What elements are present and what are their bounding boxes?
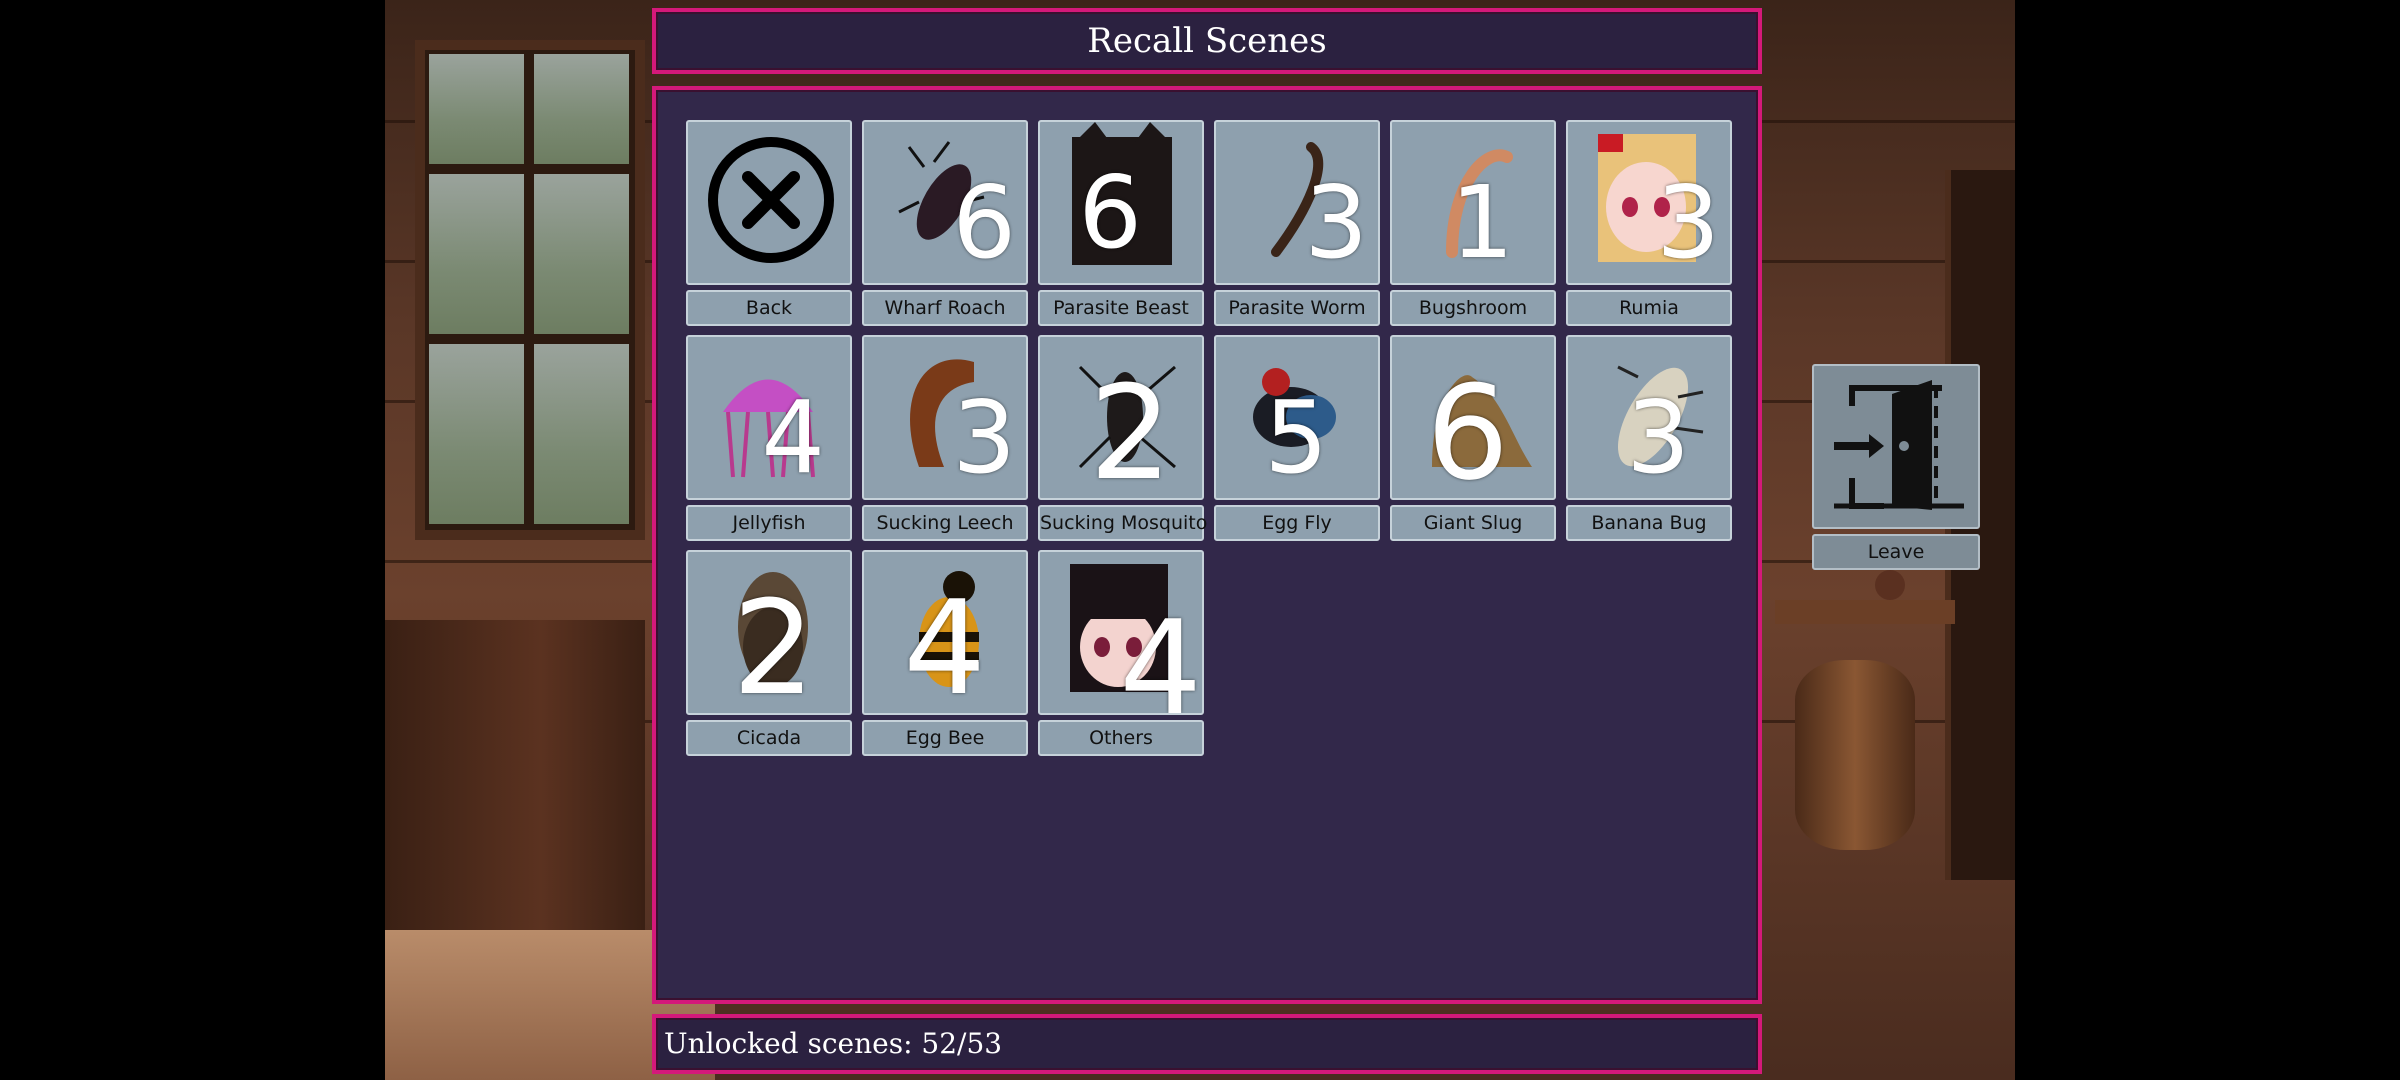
tile-label[interactable]: Others — [1038, 720, 1204, 756]
lamp — [1875, 570, 1905, 600]
tile-image[interactable]: 1 — [1390, 120, 1556, 285]
scene-count: 6 — [1078, 154, 1142, 271]
tile-image[interactable]: 4 — [862, 550, 1028, 715]
tile-sucking-mosquito[interactable]: 2 Sucking Mosquito — [1038, 335, 1207, 541]
leave-image[interactable] — [1812, 364, 1980, 529]
tile-label[interactable]: Sucking Leech — [862, 505, 1028, 541]
unlocked-scenes-counter: Unlocked scenes: 52/53 — [664, 1027, 1003, 1060]
tile-label[interactable]: Bugshroom — [1390, 290, 1556, 326]
tile-banana-bug[interactable]: 3 Banana Bug — [1566, 335, 1732, 541]
scene-count: 3 — [952, 379, 1016, 496]
status-bar: Unlocked scenes: 52/53 — [652, 1014, 1762, 1074]
scene-count: 6 — [952, 164, 1016, 281]
tile-giant-slug[interactable]: 6 Giant Slug — [1390, 335, 1556, 541]
tile-label[interactable]: Back — [686, 290, 852, 326]
tile-image[interactable]: 2 — [686, 550, 852, 715]
tile-egg-bee[interactable]: 4 Egg Bee — [862, 550, 1028, 756]
tile-image[interactable]: 5 — [1214, 335, 1380, 500]
close-circle-icon — [708, 137, 834, 263]
tile-label[interactable]: Rumia — [1566, 290, 1732, 326]
scene-count: 1 — [1450, 164, 1514, 281]
tile-parasite-worm[interactable]: 3 Parasite Worm — [1214, 120, 1380, 326]
scene-count: 4 — [903, 572, 986, 715]
tile-parasite-beast[interactable]: 6 Parasite Beast — [1038, 120, 1204, 326]
scene-count: 2 — [1089, 357, 1172, 500]
tile-image[interactable]: 3 — [1566, 335, 1732, 500]
tile-label[interactable]: Egg Fly — [1214, 505, 1380, 541]
scene-count: 6 — [1426, 357, 1509, 500]
tile-jellyfish[interactable]: 4 Jellyfish — [686, 335, 852, 541]
tile-label[interactable]: Jellyfish — [686, 505, 852, 541]
tile-label[interactable]: Wharf Roach — [862, 290, 1028, 326]
tile-cicada[interactable]: 2 Cicada — [686, 550, 852, 756]
tile-sucking-leech[interactable]: 3 Sucking Leech — [862, 335, 1028, 541]
leave-button[interactable]: Leave — [1812, 364, 1980, 570]
tile-image[interactable]: 2 — [1038, 335, 1204, 500]
tile-image[interactable]: 6 — [862, 120, 1028, 285]
tile-label[interactable]: Parasite Worm — [1214, 290, 1380, 326]
scene-grid-panel: Back 6 Wharf Roach 6 Parasite Beast 3 Pa… — [652, 86, 1762, 1004]
tile-image[interactable]: 6 — [1038, 120, 1204, 285]
tile-rumia[interactable]: 3 Rumia — [1566, 120, 1732, 326]
barrel — [1795, 660, 1915, 850]
scene-count: 4 — [1119, 592, 1202, 715]
tile-label[interactable]: Egg Bee — [862, 720, 1028, 756]
scene-count: 2 — [732, 572, 815, 715]
tile-image[interactable]: 3 — [862, 335, 1028, 500]
window — [415, 40, 645, 540]
scene-count: 5 — [1264, 379, 1328, 496]
scene-count: 4 — [761, 379, 825, 496]
tile-image[interactable]: 6 — [1390, 335, 1556, 500]
shelf — [1775, 600, 1955, 624]
tile-label[interactable]: Parasite Beast — [1038, 290, 1204, 326]
tile-bugshroom[interactable]: 1 Bugshroom — [1390, 120, 1556, 326]
page-title: Recall Scenes — [1087, 21, 1327, 61]
tile-label[interactable]: Banana Bug — [1566, 505, 1732, 541]
tile-back[interactable]: Back — [686, 120, 852, 326]
tile-egg-fly[interactable]: 5 Egg Fly — [1214, 335, 1380, 541]
title-bar: Recall Scenes — [652, 8, 1762, 74]
tile-image[interactable]: 4 — [1038, 550, 1204, 715]
scene-count: 3 — [1656, 164, 1720, 281]
tile-others[interactable]: 4 Others — [1038, 550, 1204, 756]
scene-count: 3 — [1304, 164, 1368, 281]
scene-count: 3 — [1626, 379, 1690, 496]
tile-wharf-roach[interactable]: 6 Wharf Roach — [862, 120, 1028, 326]
tile-label[interactable]: Sucking Mosquito — [1038, 505, 1207, 541]
tile-label[interactable]: Giant Slug — [1390, 505, 1556, 541]
tile-image[interactable]: 4 — [686, 335, 852, 500]
tile-label[interactable]: Cicada — [686, 720, 852, 756]
tile-image[interactable]: 3 — [1566, 120, 1732, 285]
tile-image[interactable] — [686, 120, 852, 285]
exit-door-icon — [1834, 380, 1964, 510]
tile-image[interactable]: 3 — [1214, 120, 1380, 285]
leave-label[interactable]: Leave — [1812, 534, 1980, 570]
